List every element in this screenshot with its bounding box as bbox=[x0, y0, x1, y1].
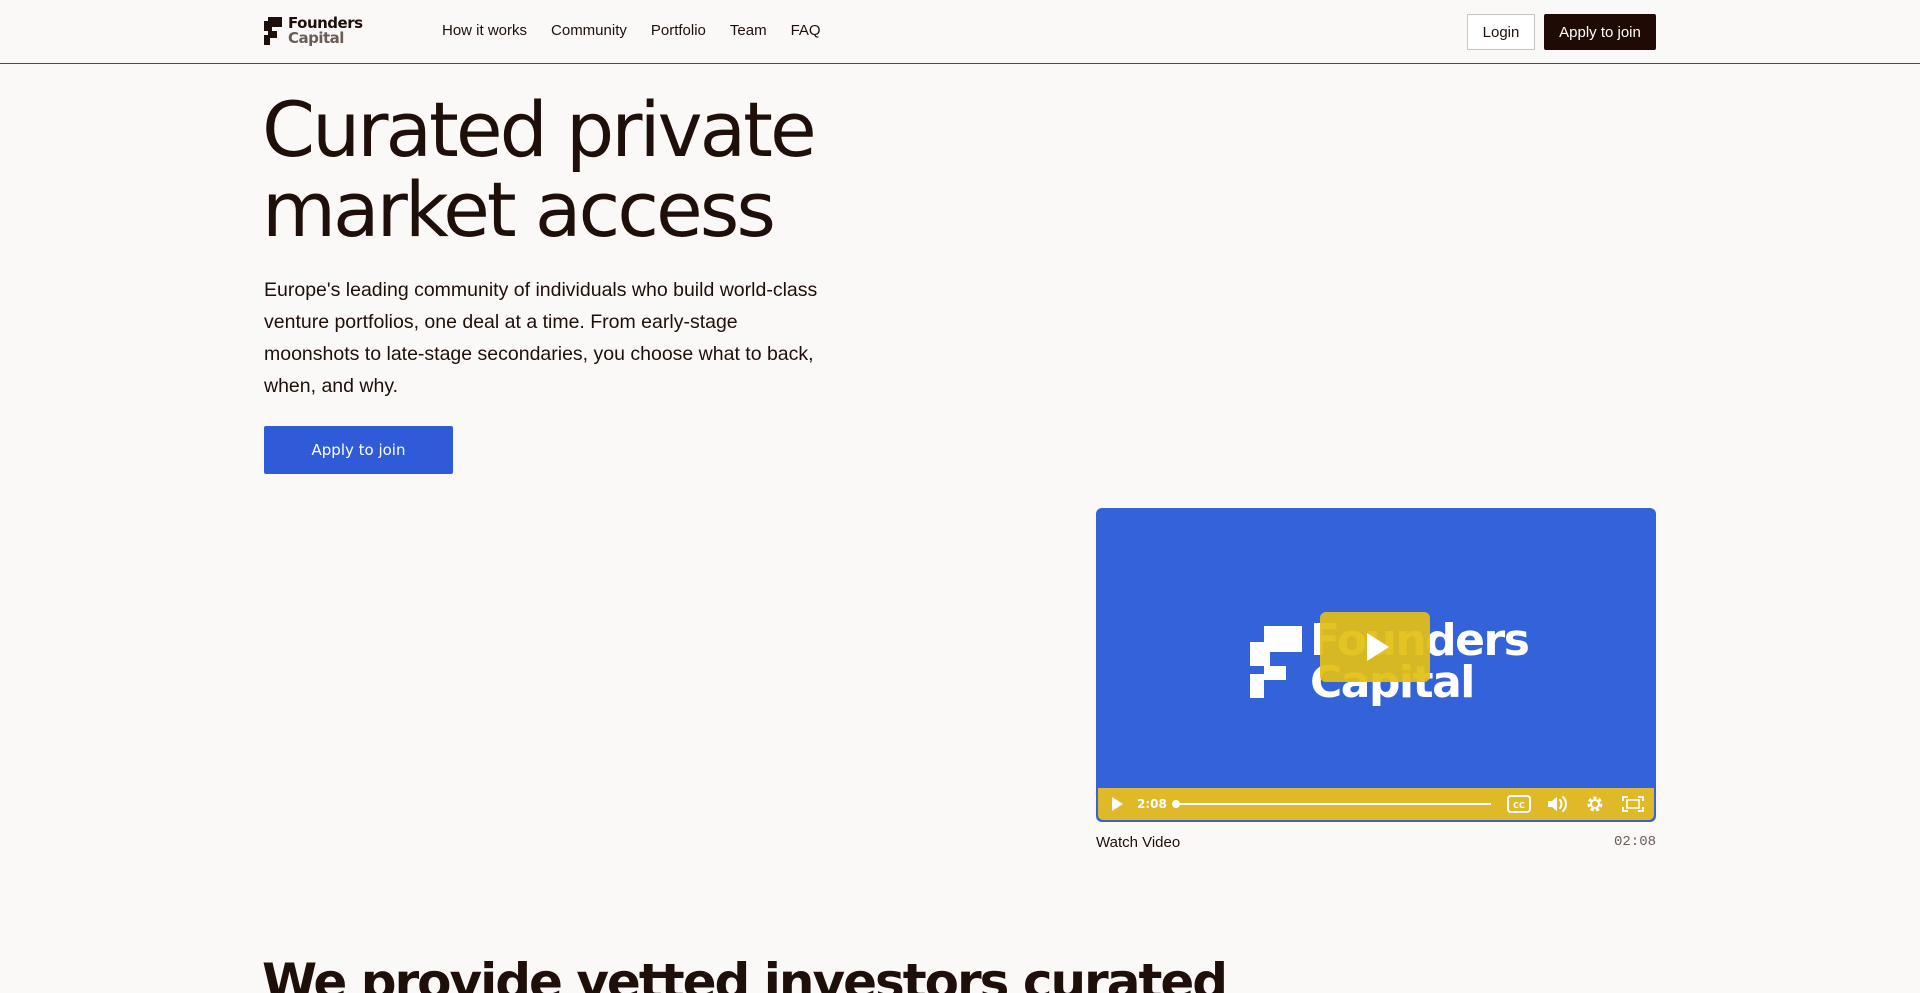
volume-icon[interactable] bbox=[1545, 794, 1569, 814]
hero-title-line1: Curated private bbox=[262, 85, 817, 174]
login-button[interactable]: Login bbox=[1467, 14, 1535, 50]
big-play-button[interactable] bbox=[1320, 612, 1430, 682]
hero-title: Curated private market access bbox=[262, 90, 902, 250]
main-nav: How it works Community Portfolio Team FA… bbox=[442, 22, 821, 39]
svg-text:CC: CC bbox=[1513, 801, 1525, 810]
fullscreen-icon[interactable] bbox=[1621, 794, 1645, 814]
nav-faq[interactable]: FAQ bbox=[791, 22, 821, 39]
captions-icon[interactable]: CC bbox=[1506, 794, 1531, 814]
video-controls-bar: 2:08 CC bbox=[1098, 788, 1654, 820]
control-play-icon[interactable] bbox=[1112, 797, 1123, 811]
apply-to-join-header-button[interactable]: Apply to join bbox=[1544, 14, 1656, 50]
apply-to-join-hero-button[interactable]: Apply to join bbox=[264, 426, 453, 474]
progress-bar[interactable] bbox=[1171, 800, 1491, 808]
nav-how-it-works[interactable]: How it works bbox=[442, 22, 527, 39]
founders-capital-logo[interactable]: Founders Capital bbox=[264, 16, 363, 46]
current-time: 2:08 bbox=[1137, 797, 1167, 811]
logo-mark-icon bbox=[264, 17, 282, 45]
video-duration: 02:08 bbox=[1613, 834, 1656, 850]
nav-portfolio[interactable]: Portfolio bbox=[651, 22, 706, 39]
video-player[interactable]: Founders Capital 2:08 CC bbox=[1096, 508, 1656, 822]
settings-gear-icon[interactable] bbox=[1583, 794, 1607, 814]
hero-description: Europe's leading community of individual… bbox=[264, 279, 818, 397]
progress-knob[interactable] bbox=[1171, 800, 1180, 808]
logo-text-line2: Capital bbox=[288, 29, 344, 47]
nav-team[interactable]: Team bbox=[730, 22, 767, 39]
hero-title-line2: market access bbox=[262, 165, 776, 254]
site-header: Founders Capital How it works Community … bbox=[0, 0, 1920, 64]
video-logo-mark-icon bbox=[1250, 626, 1302, 698]
watch-video-label[interactable]: Watch Video bbox=[1096, 834, 1180, 851]
section-heading: We provide vetted investors curated bbox=[262, 953, 1228, 993]
play-icon bbox=[1367, 633, 1389, 661]
nav-community[interactable]: Community bbox=[551, 22, 627, 39]
